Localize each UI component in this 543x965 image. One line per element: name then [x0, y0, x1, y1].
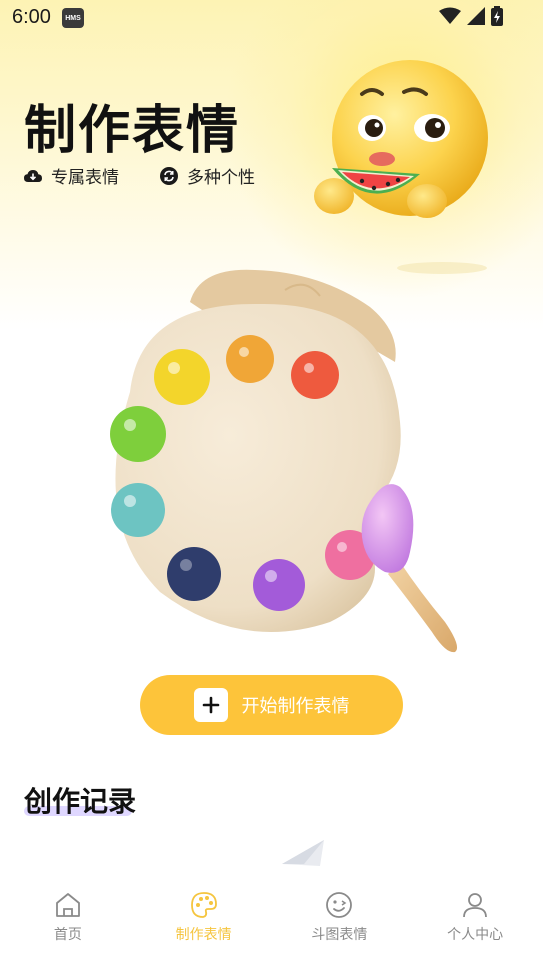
nav-label: 首页	[53, 927, 82, 943]
feature-label: 多种个性	[187, 168, 255, 188]
signal-icon	[467, 7, 485, 25]
bottom-nav: 首页 制作表情 斗图表情 个人中心	[0, 880, 543, 965]
status-time: 6:00	[12, 6, 51, 28]
page-title: 制作表情	[24, 101, 241, 161]
wifi-icon	[439, 7, 461, 24]
nav-label: 个人中心	[447, 927, 504, 943]
nav-item-home[interactable]: 首页	[0, 880, 136, 965]
status-bar: 6:00 HMS	[0, 0, 543, 36]
palette-icon	[190, 892, 217, 918]
start-button-label: 开始制作表情	[241, 696, 350, 716]
feature-personality: 多种个性	[160, 163, 255, 188]
nav-item-profile[interactable]: 个人中心	[407, 880, 543, 965]
feature-exclusive: 专属表情	[24, 163, 119, 188]
refresh-circle-icon	[160, 166, 178, 185]
battery-icon	[491, 6, 503, 26]
paper-plane-icon	[282, 840, 324, 866]
home-icon	[55, 893, 80, 917]
nav-label: 斗图表情	[311, 927, 368, 943]
paint-palette-illustration	[110, 269, 458, 653]
feature-label: 专属表情	[51, 168, 119, 188]
plus-icon	[193, 688, 228, 722]
hms-badge: HMS	[62, 8, 84, 28]
nav-label: 制作表情	[175, 927, 232, 943]
emoji-mascot-illustration	[314, 60, 488, 274]
status-icons	[439, 6, 503, 26]
start-create-button[interactable]: 开始制作表情	[140, 675, 403, 735]
smiley-icon	[326, 892, 353, 918]
section-title: 创作记录	[24, 785, 137, 818]
nav-item-battle-emoji[interactable]: 斗图表情	[272, 880, 408, 965]
nav-item-make-emoji[interactable]: 制作表情	[136, 880, 272, 965]
person-icon	[463, 893, 488, 918]
cloud-download-icon	[24, 169, 42, 182]
